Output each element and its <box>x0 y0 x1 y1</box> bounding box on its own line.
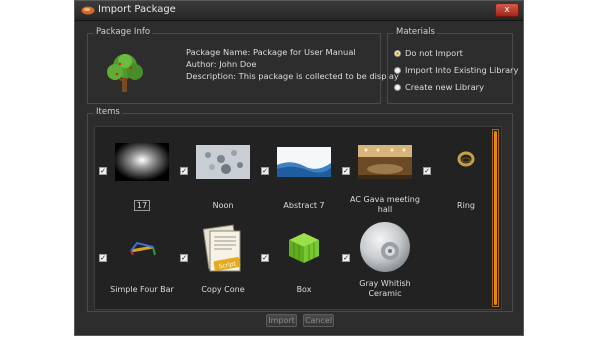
import-button[interactable]: Import <box>266 314 297 327</box>
radio-label: Import Into Existing Library <box>405 65 519 75</box>
materials-title: Materials <box>394 27 437 37</box>
item-label: Gray Whitish Ceramic <box>359 279 411 298</box>
item-label: Ring <box>457 201 475 210</box>
item-checkbox-box[interactable]: ✓ <box>261 254 269 262</box>
app-logo-icon <box>81 6 95 15</box>
package-description: Description: This package is collected t… <box>186 71 399 81</box>
window-title: Import Package <box>98 4 176 15</box>
item-checkbox-abstract-7[interactable]: ✓ <box>261 167 269 175</box>
radio-do-not-import[interactable]: Do not Import <box>394 48 463 58</box>
items-group: Items ✓ 17 ✓ Noon ✓ Abstract 7 ✓ AC Gava… <box>87 107 513 312</box>
item-checkbox-copy-cone[interactable]: ✓ <box>180 254 188 262</box>
item-label: AC Gava meeting hall <box>350 195 420 214</box>
item-label: Copy Cone <box>201 285 245 294</box>
close-button[interactable]: x <box>495 3 519 17</box>
item-label: Abstract 7 <box>283 201 325 210</box>
materials-group: Materials Do not Import Import Into Exis… <box>387 27 518 104</box>
abstract-blue-wave-thumbnail[interactable] <box>277 135 331 189</box>
package-name: Package Name: Package for User Manual <box>186 47 356 57</box>
item-label: Noon <box>212 201 234 210</box>
item-label-text: 17 <box>133 200 151 211</box>
radio-import-existing-library[interactable]: Import Into Existing Library <box>394 65 518 75</box>
item-label: Box <box>296 285 312 294</box>
snowy-landscape-thumbnail[interactable] <box>196 135 250 189</box>
script-document-thumbnail[interactable]: Script <box>196 223 250 277</box>
item-checkbox-noon[interactable]: ✓ <box>180 167 188 175</box>
title-bar[interactable]: Import Package x <box>75 1 523 21</box>
item-checkbox-gray-whitish-ceramic[interactable]: ✓ <box>342 254 350 262</box>
package-info-group: Package Info Package Name: Package for U… <box>87 27 399 104</box>
green-box-thumbnail[interactable] <box>277 223 331 277</box>
item-checkbox-17[interactable]: ✓ <box>99 167 107 175</box>
cancel-button[interactable]: Cancel <box>303 314 334 327</box>
radio-icon[interactable] <box>394 67 401 74</box>
package-tree-icon <box>107 54 143 92</box>
import-package-dialog: Import Package x Package Info Package Na… <box>74 0 524 336</box>
radio-create-new-library[interactable]: Create new Library <box>394 82 484 92</box>
item-checkbox-simple-four-bar[interactable]: ✓ <box>99 254 107 262</box>
item-checkbox-ring[interactable]: ✓ <box>423 167 431 175</box>
package-info-title: Package Info <box>94 27 153 37</box>
scrollbar-thumb[interactable] <box>494 131 497 305</box>
items-title: Items <box>94 107 122 117</box>
item-label: Simple Four Bar <box>110 285 174 294</box>
package-author: Author: John Doe <box>186 59 257 69</box>
ring-thumbnail[interactable] <box>439 135 493 189</box>
radio-label: Do not Import <box>405 48 463 58</box>
items-list[interactable]: ✓ 17 ✓ Noon ✓ Abstract 7 ✓ AC Gava meeti… <box>94 126 502 310</box>
item-label: 17 <box>103 200 181 211</box>
radio-selected-icon[interactable] <box>394 50 401 57</box>
ceramic-sphere-thumbnail[interactable] <box>358 219 412 273</box>
dark-spotlight-thumbnail[interactable] <box>115 135 169 189</box>
radio-label: Create new Library <box>405 82 485 92</box>
items-scrollbar[interactable] <box>492 129 499 307</box>
radio-icon[interactable] <box>394 84 401 91</box>
item-checkbox-ac-gava-meeting-hall[interactable]: ✓ <box>342 167 350 175</box>
meeting-hall-thumbnail[interactable] <box>358 135 412 189</box>
four-bar-linkage-thumbnail[interactable] <box>115 223 169 277</box>
